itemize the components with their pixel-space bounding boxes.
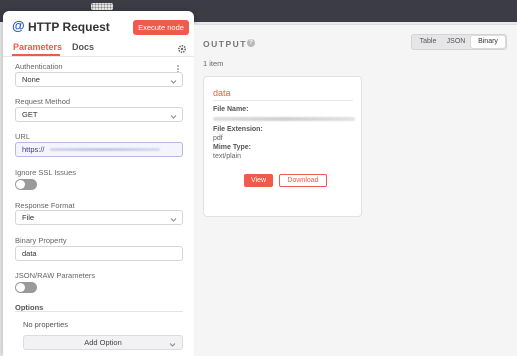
item-count: 1 item — [203, 59, 224, 68]
output-title: OUTPUT — [203, 39, 247, 49]
toggle-knob — [16, 180, 25, 189]
options-divider — [15, 311, 183, 312]
ignore-ssl-toggle[interactable] — [15, 179, 37, 190]
mime-type-value: text/plain — [213, 153, 242, 160]
authentication-select[interactable]: None — [15, 72, 183, 87]
view-binary-button[interactable]: Binary — [471, 36, 505, 48]
url-value: https:// — [22, 145, 45, 154]
tabs-divider — [3, 56, 194, 57]
url-label: URL — [15, 132, 31, 141]
chevron-down-icon — [170, 111, 177, 119]
chevron-down-icon — [170, 214, 177, 222]
json-raw-toggle[interactable] — [15, 282, 37, 293]
card-divider — [213, 100, 353, 101]
authentication-value: None — [22, 75, 40, 84]
request-method-select[interactable]: GET — [15, 107, 183, 122]
node-parameters-panel: @ HTTP Request Execute node Parameters D… — [3, 11, 194, 356]
output-view-switch: Table JSON Binary — [411, 34, 507, 50]
binary-property-label: Binary Property — [15, 236, 67, 245]
binary-property-name: data — [213, 88, 231, 98]
redacted-url — [50, 148, 160, 151]
panel-tabs: Parameters Docs — [3, 41, 194, 57]
chevron-down-icon — [169, 339, 176, 347]
tab-parameters[interactable]: Parameters — [13, 41, 62, 53]
drag-handle[interactable] — [91, 3, 113, 10]
node-title: HTTP Request — [28, 20, 110, 34]
gear-icon[interactable] — [177, 41, 187, 54]
redacted-file-name — [213, 117, 355, 121]
kebab-menu-icon[interactable] — [176, 61, 180, 73]
request-method-value: GET — [22, 110, 38, 119]
chevron-down-icon — [170, 76, 177, 84]
mime-type-label: Mime Type: — [213, 144, 251, 151]
globe-at-icon: @ — [12, 18, 25, 33]
output-panel: OUTPUT ? Table JSON Binary 1 item data F… — [194, 24, 517, 356]
add-option-select[interactable]: Add Option — [23, 335, 183, 350]
request-method-label: Request Method — [15, 97, 71, 106]
file-name-label: File Name: — [213, 106, 249, 113]
panel-header: @ HTTP Request Execute node — [3, 11, 194, 37]
file-extension-label: File Extension: — [213, 126, 263, 133]
binary-property-value: data — [22, 249, 37, 258]
toggle-knob — [16, 283, 25, 292]
add-option-label: Add Option — [84, 338, 122, 347]
response-format-value: File — [22, 213, 35, 222]
view-json-button[interactable]: JSON — [442, 36, 470, 48]
authentication-label: Authentication — [15, 62, 63, 71]
download-file-button[interactable]: Download — [279, 174, 327, 187]
view-table-button[interactable]: Table — [414, 36, 442, 48]
url-input[interactable]: https:// — [15, 142, 183, 157]
execute-node-button[interactable]: Execute node — [133, 20, 189, 35]
tab-docs[interactable]: Docs — [72, 41, 94, 53]
file-extension-value: pdf — [213, 135, 223, 142]
binary-property-input[interactable]: data — [15, 246, 183, 261]
ignore-ssl-label: Ignore SSL Issues — [15, 168, 77, 177]
info-icon[interactable]: ? — [247, 39, 255, 47]
binary-data-card: data File Name: File Extension: pdf Mime… — [203, 76, 362, 217]
response-format-label: Response Format — [15, 201, 75, 210]
view-file-button[interactable]: View — [244, 174, 273, 187]
no-properties-text: No properties — [23, 320, 69, 329]
json-raw-label: JSON/RAW Parameters — [15, 271, 96, 280]
response-format-select[interactable]: File — [15, 210, 183, 225]
